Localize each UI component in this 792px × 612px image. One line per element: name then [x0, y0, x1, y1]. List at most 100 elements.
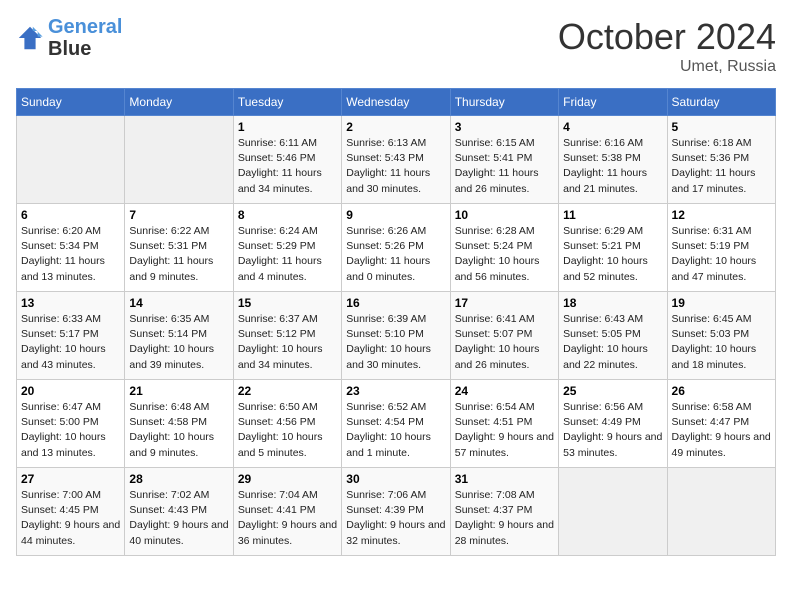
calendar-cell: 14Sunrise: 6:35 AM Sunset: 5:14 PM Dayli…	[125, 292, 233, 380]
day-number: 19	[672, 296, 771, 310]
calendar-cell: 5Sunrise: 6:18 AM Sunset: 5:36 PM Daylig…	[667, 116, 775, 204]
day-detail: Sunrise: 6:39 AM Sunset: 5:10 PM Dayligh…	[346, 312, 445, 373]
calendar-cell: 10 Sunrise: 6:28 AM Sunset: 5:24 PM Dayli…	[450, 204, 558, 292]
calendar-cell: 18 Sunrise: 6:43 AM Sunset: 5:05 PM Dayli…	[559, 292, 667, 380]
day-detail: Sunrise: 6:18 AM Sunset: 5:36 PM Dayligh…	[672, 136, 771, 197]
calendar-cell: 8 Sunrise: 6:24 AM Sunset: 5:29 PM Daylig…	[233, 204, 341, 292]
day-detail: Sunrise: 6:15 AM Sunset: 5:41 PM Dayligh…	[455, 136, 554, 197]
calendar-cell: 1 Sunrise: 6:11 AM Sunset: 5:46 PM Daylig…	[233, 116, 341, 204]
logo: GeneralBlue	[16, 16, 122, 60]
title-block: October 2024 Umet, Russia	[558, 16, 776, 76]
day-detail: Sunrise: 6:37 AM Sunset: 5:12 PM Dayligh…	[238, 312, 337, 373]
day-detail: Sunrise: 6:45 AM Sunset: 5:03 PM Dayligh…	[672, 312, 771, 373]
calendar-cell: 11Sunrise: 6:29 AM Sunset: 5:21 PM Dayli…	[559, 204, 667, 292]
day-number: 22	[238, 384, 337, 398]
day-number: 30	[346, 472, 445, 486]
calendar-header: SundayMondayTuesdayWednesdayThursdayFrid…	[17, 89, 776, 116]
calendar-cell: 24 Sunrise: 6:54 AM Sunset: 4:51 PM Dayli…	[450, 380, 558, 468]
day-number: 12	[672, 208, 771, 222]
calendar-cell: 16 Sunrise: 6:39 AM Sunset: 5:10 PM Dayli…	[342, 292, 450, 380]
day-detail: Sunrise: 6:52 AM Sunset: 4:54 PM Dayligh…	[346, 400, 445, 461]
calendar-cell: 6Sunrise: 6:20 AM Sunset: 5:34 PM Daylig…	[17, 204, 125, 292]
day-number: 7	[129, 208, 228, 222]
calendar-week-row: 6Sunrise: 6:20 AM Sunset: 5:34 PM Daylig…	[17, 204, 776, 292]
day-number: 16	[346, 296, 445, 310]
day-detail: Sunrise: 6:58 AM Sunset: 4:47 PM Dayligh…	[672, 400, 771, 461]
day-detail: Sunrise: 6:13 AM Sunset: 5:43 PM Dayligh…	[346, 136, 445, 197]
day-number: 28	[129, 472, 228, 486]
calendar-cell: 31 Sunrise: 7:08 AM Sunset: 4:37 PM Dayli…	[450, 468, 558, 556]
day-detail: Sunrise: 7:06 AM Sunset: 4:39 PM Dayligh…	[346, 488, 445, 549]
calendar-week-row: 27 Sunrise: 7:00 AM Sunset: 4:45 PM Dayli…	[17, 468, 776, 556]
calendar-cell: 22 Sunrise: 6:50 AM Sunset: 4:56 PM Dayli…	[233, 380, 341, 468]
calendar-cell	[667, 468, 775, 556]
day-number: 13	[21, 296, 120, 310]
day-number: 25	[563, 384, 662, 398]
day-detail: Sunrise: 6:28 AM Sunset: 5:24 PM Dayligh…	[455, 224, 554, 285]
calendar-body: 1 Sunrise: 6:11 AM Sunset: 5:46 PM Daylig…	[17, 116, 776, 556]
calendar-cell	[125, 116, 233, 204]
calendar-week-row: 1 Sunrise: 6:11 AM Sunset: 5:46 PM Daylig…	[17, 116, 776, 204]
calendar-cell: 9Sunrise: 6:26 AM Sunset: 5:26 PM Daylig…	[342, 204, 450, 292]
calendar-cell: 21 Sunrise: 6:48 AM Sunset: 4:58 PM Dayli…	[125, 380, 233, 468]
header-day: Friday	[559, 89, 667, 116]
day-number: 27	[21, 472, 120, 486]
calendar-cell: 3 Sunrise: 6:15 AM Sunset: 5:41 PM Daylig…	[450, 116, 558, 204]
calendar-cell: 30 Sunrise: 7:06 AM Sunset: 4:39 PM Dayli…	[342, 468, 450, 556]
day-detail: Sunrise: 6:24 AM Sunset: 5:29 PM Dayligh…	[238, 224, 337, 285]
month-title: October 2024	[558, 16, 776, 58]
day-detail: Sunrise: 6:50 AM Sunset: 4:56 PM Dayligh…	[238, 400, 337, 461]
header-day: Thursday	[450, 89, 558, 116]
day-number: 15	[238, 296, 337, 310]
day-number: 18	[563, 296, 662, 310]
header-day: Wednesday	[342, 89, 450, 116]
calendar-cell: 13 Sunrise: 6:33 AM Sunset: 5:17 PM Dayli…	[17, 292, 125, 380]
day-detail: Sunrise: 6:29 AM Sunset: 5:21 PM Dayligh…	[563, 224, 662, 285]
header-day: Tuesday	[233, 89, 341, 116]
day-detail: Sunrise: 6:54 AM Sunset: 4:51 PM Dayligh…	[455, 400, 554, 461]
day-number: 1	[238, 120, 337, 134]
day-detail: Sunrise: 6:16 AM Sunset: 5:38 PM Dayligh…	[563, 136, 662, 197]
calendar-week-row: 20Sunrise: 6:47 AM Sunset: 5:00 PM Dayli…	[17, 380, 776, 468]
day-number: 3	[455, 120, 554, 134]
day-number: 29	[238, 472, 337, 486]
calendar-cell	[559, 468, 667, 556]
day-detail: Sunrise: 6:31 AM Sunset: 5:19 PM Dayligh…	[672, 224, 771, 285]
header-day: Sunday	[17, 89, 125, 116]
header-day: Monday	[125, 89, 233, 116]
day-number: 4	[563, 120, 662, 134]
logo-text: GeneralBlue	[48, 16, 122, 60]
logo-icon	[16, 24, 44, 52]
day-number: 23	[346, 384, 445, 398]
day-detail: Sunrise: 6:48 AM Sunset: 4:58 PM Dayligh…	[129, 400, 228, 461]
calendar-cell: 7Sunrise: 6:22 AM Sunset: 5:31 PM Daylig…	[125, 204, 233, 292]
day-number: 14	[129, 296, 228, 310]
day-detail: Sunrise: 7:08 AM Sunset: 4:37 PM Dayligh…	[455, 488, 554, 549]
header-day: Saturday	[667, 89, 775, 116]
calendar-cell: 20Sunrise: 6:47 AM Sunset: 5:00 PM Dayli…	[17, 380, 125, 468]
day-number: 31	[455, 472, 554, 486]
day-detail: Sunrise: 6:43 AM Sunset: 5:05 PM Dayligh…	[563, 312, 662, 373]
day-number: 21	[129, 384, 228, 398]
day-number: 26	[672, 384, 771, 398]
day-number: 10	[455, 208, 554, 222]
calendar-cell: 29Sunrise: 7:04 AM Sunset: 4:41 PM Dayli…	[233, 468, 341, 556]
day-number: 24	[455, 384, 554, 398]
day-detail: Sunrise: 7:00 AM Sunset: 4:45 PM Dayligh…	[21, 488, 120, 549]
calendar-cell: 4 Sunrise: 6:16 AM Sunset: 5:38 PM Daylig…	[559, 116, 667, 204]
day-detail: Sunrise: 6:47 AM Sunset: 5:00 PM Dayligh…	[21, 400, 120, 461]
calendar-cell: 23 Sunrise: 6:52 AM Sunset: 4:54 PM Dayli…	[342, 380, 450, 468]
header-row: SundayMondayTuesdayWednesdayThursdayFrid…	[17, 89, 776, 116]
day-detail: Sunrise: 6:33 AM Sunset: 5:17 PM Dayligh…	[21, 312, 120, 373]
day-number: 2	[346, 120, 445, 134]
day-number: 17	[455, 296, 554, 310]
calendar-cell: 19 Sunrise: 6:45 AM Sunset: 5:03 PM Dayli…	[667, 292, 775, 380]
day-number: 8	[238, 208, 337, 222]
calendar-week-row: 13 Sunrise: 6:33 AM Sunset: 5:17 PM Dayli…	[17, 292, 776, 380]
day-detail: Sunrise: 6:11 AM Sunset: 5:46 PM Dayligh…	[238, 136, 337, 197]
day-detail: Sunrise: 6:41 AM Sunset: 5:07 PM Dayligh…	[455, 312, 554, 373]
calendar-cell: 26 Sunrise: 6:58 AM Sunset: 4:47 PM Dayli…	[667, 380, 775, 468]
location-subtitle: Umet, Russia	[558, 58, 776, 76]
calendar-cell	[17, 116, 125, 204]
calendar-cell: 2 Sunrise: 6:13 AM Sunset: 5:43 PM Daylig…	[342, 116, 450, 204]
